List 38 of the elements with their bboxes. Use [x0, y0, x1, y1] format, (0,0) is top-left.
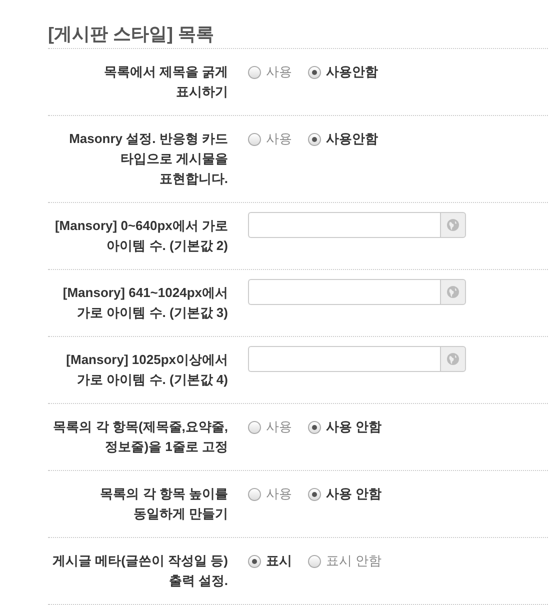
radio-button[interactable] — [248, 132, 261, 146]
radio-label[interactable]: 사용안함 — [326, 63, 378, 81]
radio-button[interactable] — [308, 132, 321, 146]
radio-label[interactable]: 사용 안함 — [326, 485, 382, 503]
input-addon[interactable] — [440, 346, 466, 372]
radio-label[interactable]: 사용안함 — [326, 130, 378, 148]
setting-label: 목록의 각 항목(제목줄,요약줄, 정보줄)을 1줄로 고정 — [52, 418, 228, 456]
setting-label: [Mansory] 641~1024px에서 가로 아이템 수. (기본값 3) — [62, 284, 228, 322]
input-addon[interactable] — [440, 212, 466, 238]
radio-button[interactable] — [248, 420, 261, 434]
radio-label[interactable]: 사용 — [266, 63, 292, 81]
radio-button[interactable] — [308, 66, 321, 78]
globe-icon — [447, 218, 459, 230]
setting-label: Masonry 설정. 반응형 카드 타입으로 게시물을 표현합니다. — [68, 130, 228, 188]
radio-button[interactable] — [248, 66, 261, 78]
radio-label[interactable]: 표시 안함 — [326, 552, 382, 570]
radio-label[interactable]: 사용 — [266, 130, 292, 148]
input-field[interactable] — [248, 346, 440, 372]
radio-label[interactable]: 사용 — [266, 485, 292, 503]
setting-label: 목록의 각 항목 높이를 동일하게 만들기 — [99, 485, 228, 523]
input-addon[interactable] — [440, 278, 466, 304]
section-heading: [게시판 스타일] 목록 — [48, 23, 215, 46]
radio-button[interactable] — [308, 420, 321, 434]
radio-button[interactable] — [248, 488, 261, 500]
radio-label[interactable]: 사용 — [266, 418, 292, 436]
setting-label: 게시글 메타(글쓴이 작성일 등) 출력 설정. — [52, 552, 228, 590]
setting-label: [Mansory] 1025px이상에서 가로 아이템 수. (기본값 4) — [65, 351, 228, 389]
radio-label[interactable]: 사용 안함 — [326, 418, 382, 436]
setting-label: 목록에서 제목을 굵게 표시하기 — [102, 63, 228, 101]
radio-button[interactable] — [248, 554, 261, 568]
globe-icon — [447, 286, 459, 298]
radio-button[interactable] — [308, 488, 321, 500]
input-field[interactable] — [248, 278, 440, 304]
input-field[interactable] — [248, 212, 440, 238]
setting-label: [Mansory] 0~640px에서 가로 아이템 수. (기본값 2) — [54, 217, 228, 255]
radio-button[interactable] — [308, 554, 321, 568]
globe-icon — [447, 352, 459, 364]
radio-label[interactable]: 표시 — [266, 552, 292, 570]
